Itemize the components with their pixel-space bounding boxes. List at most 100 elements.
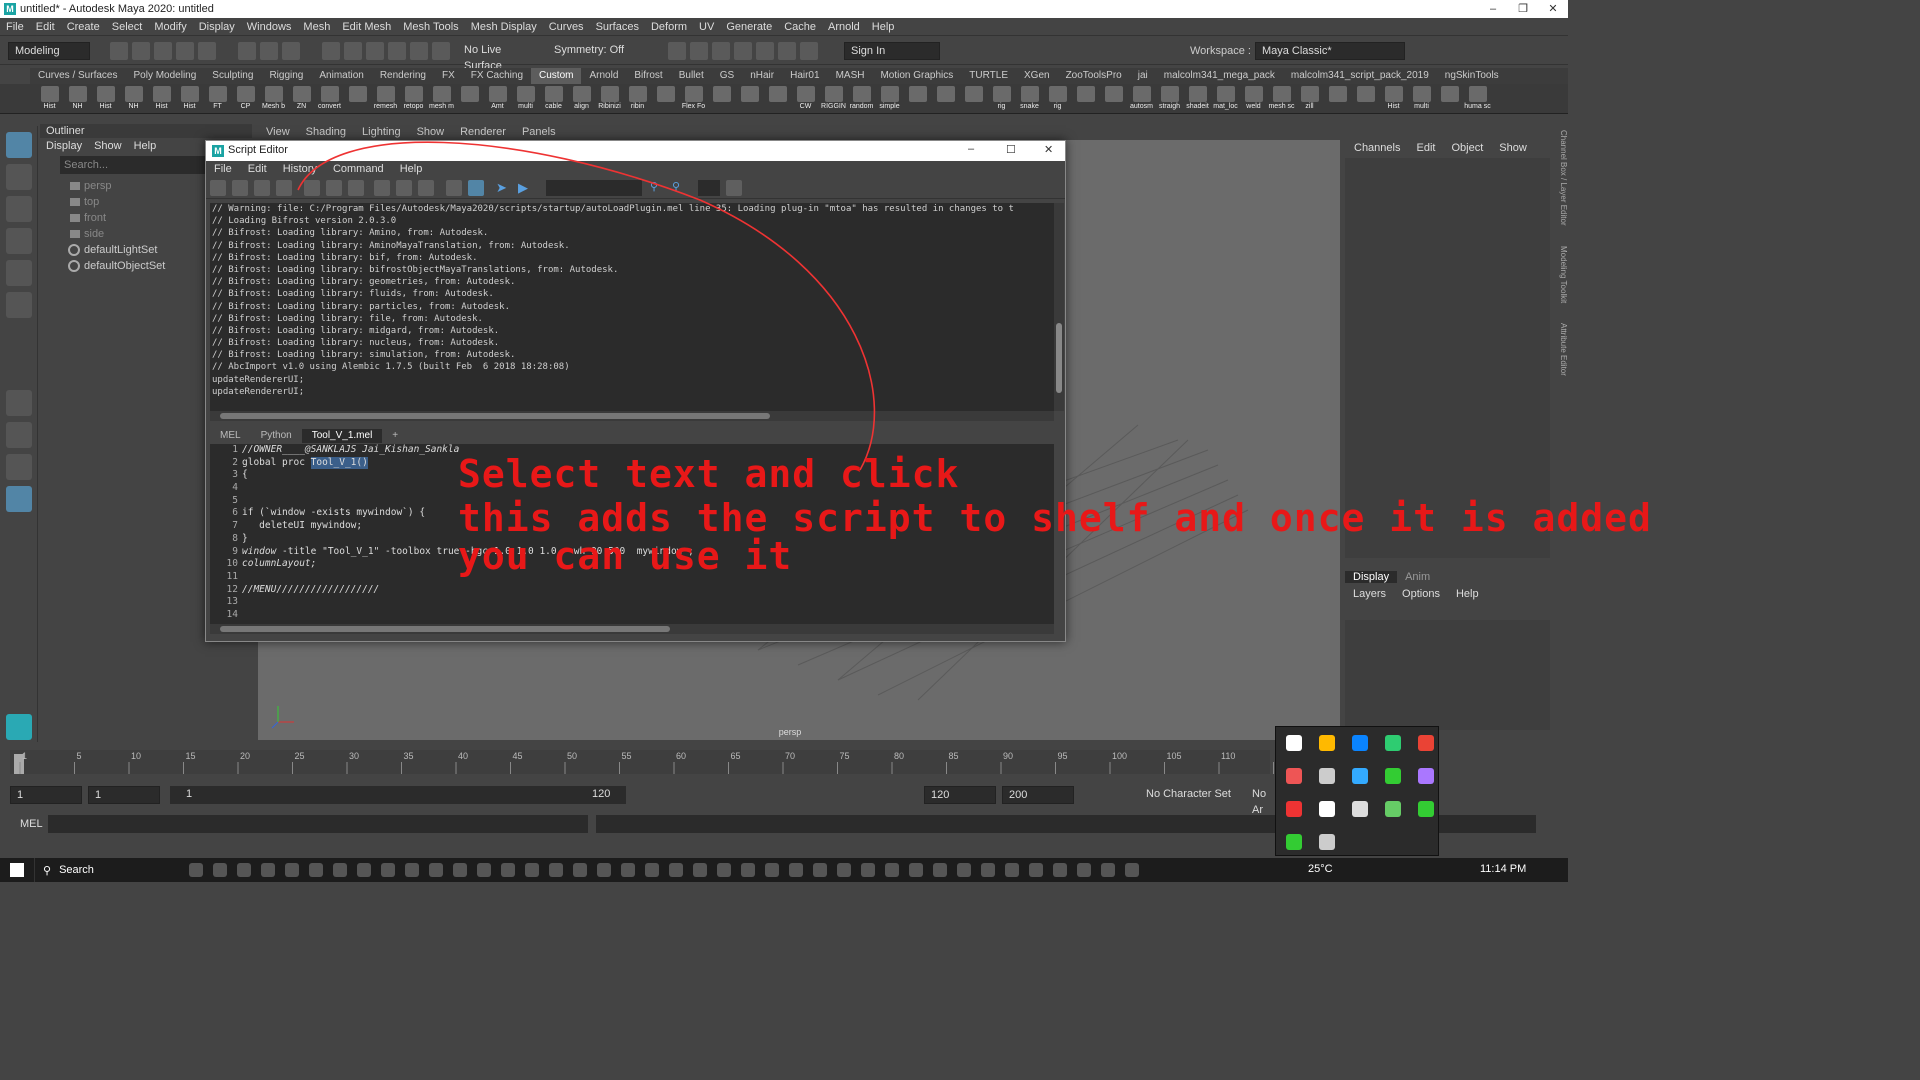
shelf-button[interactable] (708, 85, 735, 113)
weather-text[interactable]: 25°C (1308, 863, 1333, 875)
snap-curve-icon[interactable] (344, 41, 362, 60)
shelf-tab[interactable]: Hair01 (782, 68, 827, 84)
anim-start-field[interactable]: 1 (10, 786, 82, 804)
tray-icon[interactable] (1418, 801, 1434, 817)
shelf-button[interactable]: cable (540, 85, 567, 113)
taskbar-app-icon[interactable] (501, 863, 515, 877)
taskbar-app-icon[interactable] (957, 863, 971, 877)
tray-icon[interactable] (1352, 801, 1368, 817)
live-surface-field[interactable]: No Live Surface (458, 41, 538, 72)
goto-line-field[interactable] (698, 180, 720, 196)
select-object-icon[interactable] (260, 41, 278, 60)
layer-editor-menu-item[interactable]: Help (1448, 588, 1487, 600)
shelf-button[interactable] (764, 85, 791, 113)
ipr-render-icon[interactable] (690, 41, 708, 60)
taskbar-app-icon[interactable] (885, 863, 899, 877)
menu-mesh[interactable]: Mesh (297, 18, 336, 36)
taskbar-app-icon[interactable] (189, 863, 203, 877)
layer-editor-tab[interactable]: Anim (1397, 571, 1438, 583)
move-tool-icon[interactable] (6, 228, 32, 254)
tray-icon[interactable] (1385, 801, 1401, 817)
minimize-button[interactable]: – (1478, 0, 1508, 18)
tray-icon[interactable] (1286, 834, 1302, 850)
taskbar-app-icon[interactable] (1005, 863, 1019, 877)
shelf-button[interactable]: Amt (484, 85, 511, 113)
shelf-button[interactable]: remesh (372, 85, 399, 113)
execute-all-icon[interactable]: ▶ (518, 180, 534, 196)
menu-uv[interactable]: UV (693, 18, 720, 36)
tray-icon[interactable] (1319, 768, 1335, 784)
script-editor-history[interactable]: // Warning: file: C:/Program Files/Autod… (210, 203, 1054, 411)
search-field[interactable] (546, 180, 642, 196)
tray-icon[interactable] (1385, 735, 1401, 751)
taskbar-app-icon[interactable] (909, 863, 923, 877)
clear-history-icon[interactable] (304, 180, 320, 196)
shelf-button[interactable] (736, 85, 763, 113)
channel-box-menu-item[interactable]: Edit (1408, 142, 1443, 154)
channel-box-menu-item[interactable]: Show (1491, 142, 1535, 154)
shelf-button[interactable]: Flex Fo (680, 85, 707, 113)
shelf-tab[interactable]: Rendering (372, 68, 434, 84)
search-icon[interactable]: ⚲ (650, 180, 666, 196)
layer-editor-menu-item[interactable]: Options (1394, 588, 1448, 600)
snap-pivot-icon[interactable] (432, 41, 450, 60)
shelf-tab[interactable]: TURTLE (961, 68, 1016, 84)
shelf-button[interactable] (1352, 85, 1379, 113)
script-editor-input[interactable]: 1 2 3 4 5 6 7 8 9 10 11 12 13 14 //OWNER____@SANKLAJS… (210, 444, 1054, 624)
tray-icon[interactable] (1319, 801, 1335, 817)
shelf-button[interactable]: Hist (92, 85, 119, 113)
outliner-menu-item[interactable]: Display (40, 140, 88, 152)
rotate-tool-icon[interactable] (6, 260, 32, 286)
select-component-icon[interactable] (282, 41, 300, 60)
clear-all-icon[interactable] (348, 180, 364, 196)
taskbar-app-icon[interactable] (1077, 863, 1091, 877)
four-view-layout-icon[interactable] (6, 422, 32, 448)
taskbar-app-icon[interactable] (261, 863, 275, 877)
se-menu-command[interactable]: Command (325, 161, 392, 177)
command-line-input[interactable] (48, 815, 588, 833)
viewport-menu-item[interactable]: Show (409, 124, 453, 140)
shelf-button[interactable]: CW (792, 85, 819, 113)
menu-curves[interactable]: Curves (543, 18, 590, 36)
menu-select[interactable]: Select (106, 18, 149, 36)
show-input-icon[interactable] (396, 180, 412, 196)
shelf-button[interactable]: FT (204, 85, 231, 113)
taskbar-app-icon[interactable] (837, 863, 851, 877)
menu-help[interactable]: Help (866, 18, 901, 36)
echo-commands-icon[interactable] (446, 180, 462, 196)
open-scene-icon[interactable] (132, 41, 150, 60)
shelf-button[interactable] (1100, 85, 1127, 113)
pause-viewport-icon[interactable] (800, 41, 818, 60)
shelf-button[interactable]: mat_loc (1212, 85, 1239, 113)
tray-icon[interactable] (1319, 834, 1335, 850)
render-current-frame-icon[interactable] (668, 41, 686, 60)
taskbar-app-icon[interactable] (549, 863, 563, 877)
menu-windows[interactable]: Windows (241, 18, 298, 36)
new-scene-icon[interactable] (110, 41, 128, 60)
taskbar-app-icon[interactable] (333, 863, 347, 877)
shelf-button[interactable]: CP (232, 85, 259, 113)
history-horizontal-scrollbar[interactable] (210, 411, 1054, 421)
shelf-button[interactable]: multi (1408, 85, 1435, 113)
shelf-button[interactable]: snake (1016, 85, 1043, 113)
save-script-to-shelf-icon[interactable] (276, 180, 292, 196)
select-tool-icon[interactable] (6, 132, 32, 158)
outliner-menu-item[interactable]: Help (128, 140, 163, 152)
menu-arnold[interactable]: Arnold (822, 18, 866, 36)
layer-editor-menu-item[interactable]: Layers (1345, 588, 1394, 600)
shelf-tab[interactable]: ngSkinTools (1437, 68, 1507, 84)
channel-box-menu-item[interactable]: Object (1443, 142, 1491, 154)
redo-icon[interactable] (198, 41, 216, 60)
script-tab[interactable]: + (382, 429, 408, 443)
taskbar-app-icon[interactable] (1053, 863, 1067, 877)
menu-surfaces[interactable]: Surfaces (590, 18, 645, 36)
script-tab[interactable]: MEL (210, 429, 251, 443)
shelf-tab[interactable]: Animation (311, 68, 371, 84)
taskbar-app-icon[interactable] (813, 863, 827, 877)
light-editor-icon[interactable] (778, 41, 796, 60)
side-tab[interactable]: Modeling Toolkit (1559, 246, 1568, 303)
side-tab[interactable]: Channel Box / Layer Editor (1559, 130, 1568, 226)
menu-edit-mesh[interactable]: Edit Mesh (336, 18, 397, 36)
mode-select[interactable]: Modeling (8, 41, 90, 60)
shelf-button[interactable]: Ribinizi (596, 85, 623, 113)
